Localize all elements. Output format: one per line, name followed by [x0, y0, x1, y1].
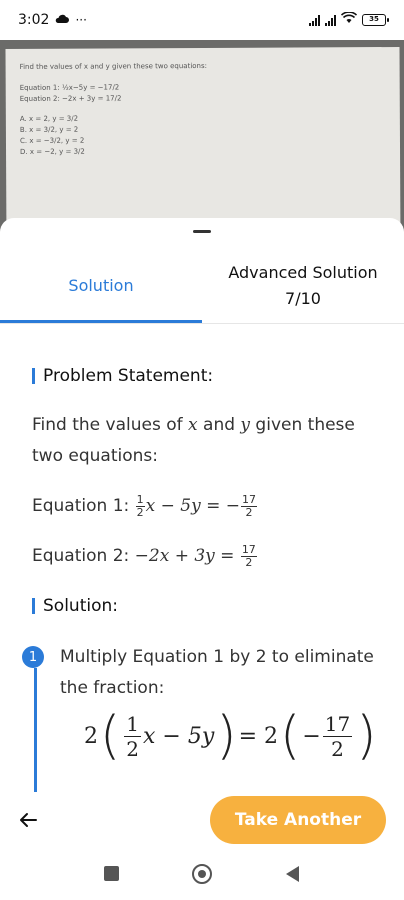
tab-divider [0, 323, 404, 324]
tab-solution-label: Solution [68, 276, 134, 296]
home-icon[interactable] [192, 864, 212, 884]
solution-tabs: Solution Advanced Solution 7/10 [0, 248, 404, 324]
photo-prompt: Find the values of x and y given these t… [19, 61, 208, 71]
wifi-icon [340, 11, 358, 28]
take-another-button[interactable]: Take Another [210, 796, 386, 844]
photo-option-d: D. x = −2, y = 3/2 [20, 147, 85, 156]
step-timeline [34, 668, 37, 792]
tab-advanced-count: 7/10 [285, 289, 321, 308]
step-1-text: Multiply Equation 1 by 2 to eliminate th… [60, 647, 374, 698]
status-time: 3:02 [18, 12, 50, 28]
equation-1: Equation 1: 12x − 5y = −17 2 [32, 492, 257, 519]
status-bar: 3:02 ··· 35 [0, 0, 404, 40]
tab-advanced-solution[interactable]: Advanced Solution 7/10 [202, 248, 404, 324]
cloud-icon [55, 12, 70, 28]
equation-2: Equation 2: −2x + 3y = 17 2 [32, 542, 257, 569]
system-nav-bar [0, 852, 404, 900]
photo-option-a: A. x = 2, y = 3/2 [19, 114, 79, 124]
photo-eq2: Equation 2: −2x + 3y = 17/2 [19, 93, 122, 103]
photo-eq1: Equation 1: ½x−5y = −17/2 [19, 83, 120, 92]
back-arrow-icon[interactable] [16, 808, 40, 832]
more-dots-icon: ··· [75, 13, 87, 27]
photo-option-c: C. x = −3/2, y = 2 [19, 136, 85, 145]
tab-solution[interactable]: Solution [0, 248, 202, 324]
solution-heading: Solution: [32, 596, 118, 616]
nav-back-icon[interactable] [286, 866, 299, 882]
photo-option-b: B. x = 3/2, y = 2 [19, 125, 79, 134]
step-number-badge: 1 [22, 646, 44, 668]
recents-icon[interactable] [104, 866, 119, 881]
signal-icon [309, 14, 320, 26]
signal-icon-2 [325, 14, 336, 26]
question-paper: Find the values of x and y given these t… [5, 46, 401, 245]
drag-handle[interactable] [193, 230, 211, 233]
problem-text: Find the values of x and y given these t… [32, 415, 355, 466]
problem-heading: Problem Statement: [32, 366, 213, 386]
step-1-equation: 2 ( 12 x − 5y ) = 2 ( − 17 2 ) [84, 706, 377, 766]
battery-icon: 35 [362, 14, 389, 26]
scanned-question-photo: Find the values of x and y given these t… [0, 40, 404, 245]
tab-advanced-label: Advanced Solution [228, 263, 378, 283]
